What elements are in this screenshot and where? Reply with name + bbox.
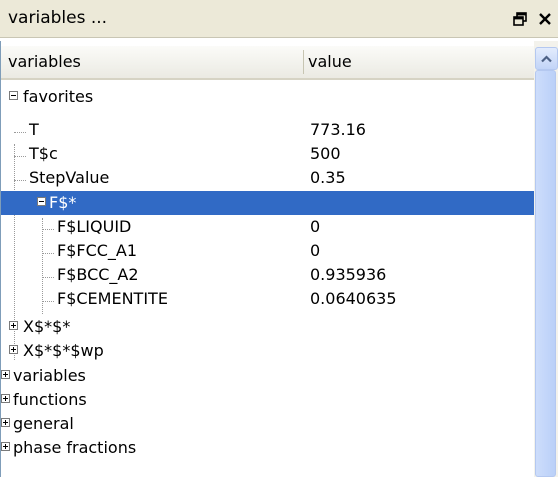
- variables-panel: variables ... variables value favorites …: [0, 0, 558, 477]
- column-header-value[interactable]: value: [308, 46, 528, 78]
- vertical-scrollbar[interactable]: [534, 41, 558, 477]
- tree-node-value: 0: [310, 217, 321, 236]
- tree-node-label: F$LIQUID: [57, 217, 132, 236]
- variables-tree-list[interactable]: variables value favorites T 773.16 T$c 5…: [0, 41, 534, 477]
- column-separator[interactable]: [303, 50, 304, 74]
- expand-toggle[interactable]: [1, 442, 10, 451]
- tree-node-phase-fractions[interactable]: phase fractions: [1, 436, 534, 460]
- tree-node-value: 0: [310, 241, 321, 260]
- tree-node-value: 0.35: [310, 168, 346, 187]
- tree-node-stepvalue[interactable]: StepValue 0.35: [1, 166, 534, 190]
- collapse-toggle[interactable]: [37, 197, 46, 206]
- tree-node-label: F$CEMENTITE: [57, 289, 168, 308]
- tree-node-tc[interactable]: T$c 500: [1, 142, 534, 166]
- expand-toggle[interactable]: [9, 321, 18, 330]
- tree-node-value: 0.935936: [310, 265, 387, 284]
- restore-icon: [513, 12, 527, 26]
- tree-node-f-group[interactable]: F$*: [1, 191, 534, 215]
- expand-toggle[interactable]: [9, 345, 18, 354]
- tree-node-f-fcc-a1[interactable]: F$FCC_A1 0: [1, 239, 534, 263]
- tree-node-label: phase fractions: [13, 438, 137, 457]
- tree-node-f-cementite[interactable]: F$CEMENTITE 0.0640635: [1, 287, 534, 311]
- tree-node-x-group[interactable]: X$*$*: [1, 315, 534, 339]
- tree-node-label: favorites: [23, 87, 94, 106]
- tree-node-f-bcc-a2[interactable]: F$BCC_A2 0.935936: [1, 263, 534, 287]
- tree-node-label: T$c: [29, 144, 58, 163]
- tree-node-general[interactable]: general: [1, 412, 534, 436]
- scrollbar-thumb[interactable]: [535, 70, 556, 477]
- restore-button[interactable]: [510, 9, 530, 29]
- tree-node-value: 500: [310, 144, 341, 163]
- collapse-toggle[interactable]: [9, 91, 18, 100]
- column-header: variables value: [1, 46, 534, 80]
- tree-node-f-liquid[interactable]: F$LIQUID 0: [1, 215, 534, 239]
- tree-node-label: T: [29, 120, 39, 139]
- expand-toggle[interactable]: [1, 370, 10, 379]
- tree-node-label: X$*$*$wp: [23, 341, 104, 360]
- tree-node-t[interactable]: T 773.16: [1, 118, 534, 142]
- tree-node-value: 0.0640635: [310, 289, 397, 308]
- tree-node-label: variables: [13, 366, 86, 385]
- tree-node-label: X$*$*: [23, 317, 71, 336]
- tree-node-label: StepValue: [29, 168, 110, 187]
- tree-node-label: F$*: [49, 193, 77, 212]
- window-title: variables ...: [8, 8, 108, 28]
- tree-node-label: F$BCC_A2: [57, 265, 139, 284]
- tree-node-variables[interactable]: variables: [1, 364, 534, 388]
- scroll-up-button[interactable]: [535, 47, 558, 70]
- column-header-variables[interactable]: variables: [8, 46, 301, 78]
- close-icon: [539, 13, 551, 25]
- chevron-up-icon: [541, 54, 552, 62]
- tree-node-label: general: [13, 414, 74, 433]
- expand-toggle[interactable]: [1, 394, 10, 403]
- title-bar: variables ...: [0, 0, 558, 38]
- tree-node-favorites[interactable]: favorites: [1, 85, 534, 109]
- tree-node-label: functions: [13, 390, 87, 409]
- tree-node-functions[interactable]: functions: [1, 388, 534, 412]
- tree-node-x-wp-group[interactable]: X$*$*$wp: [1, 339, 534, 363]
- close-button[interactable]: [535, 9, 555, 29]
- expand-toggle[interactable]: [1, 418, 10, 427]
- tree-node-value: 773.16: [310, 120, 366, 139]
- tree-node-label: F$FCC_A1: [57, 241, 138, 260]
